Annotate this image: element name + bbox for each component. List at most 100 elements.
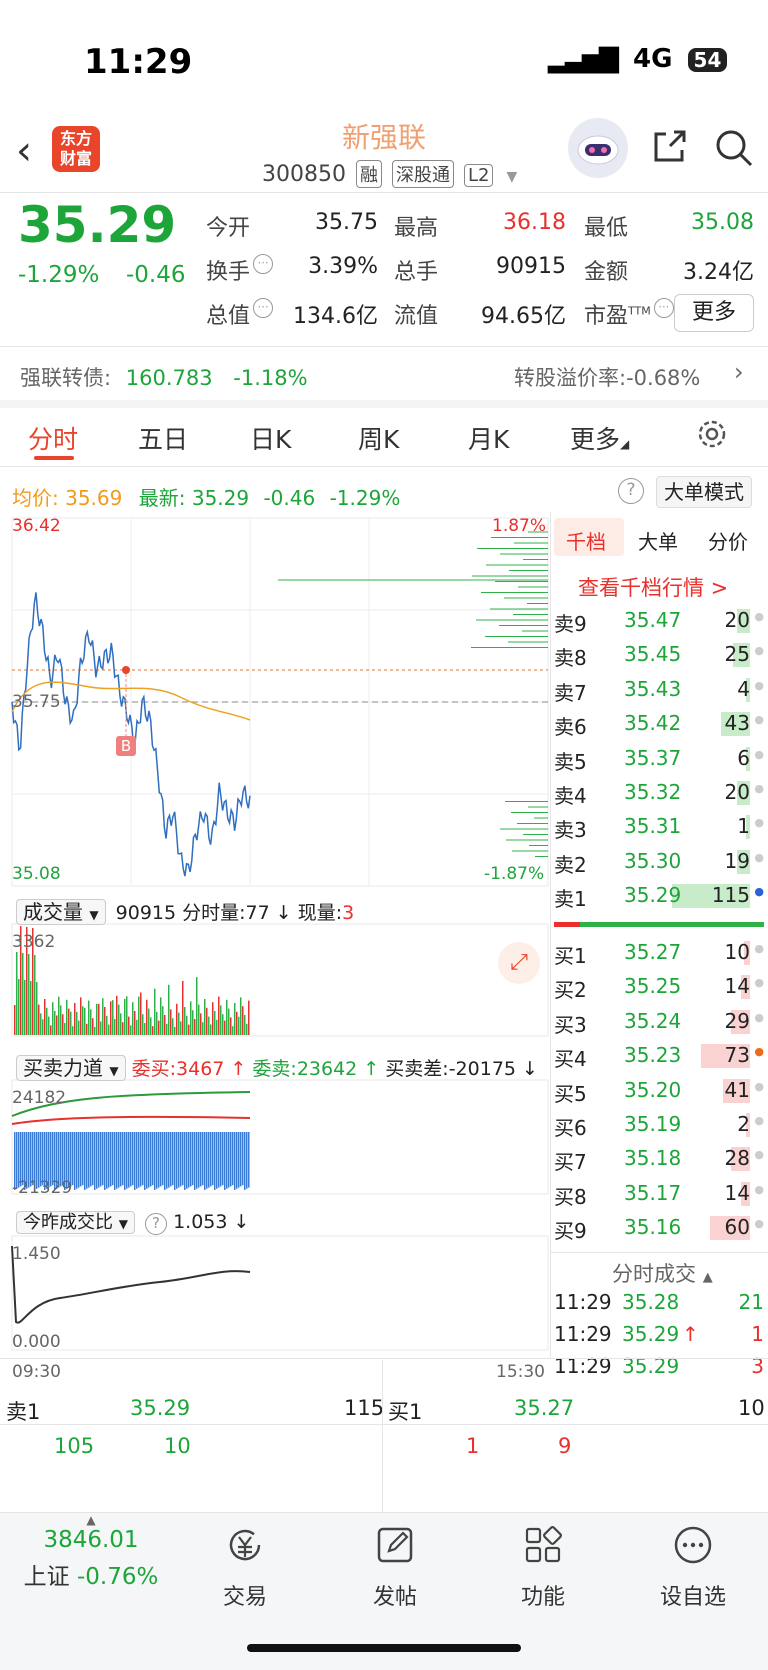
expand-icon[interactable]: ⤢ [498, 942, 540, 984]
volume-bar [178, 1012, 180, 1035]
help-icon[interactable]: ? [145, 1213, 168, 1235]
info-icon[interactable]: ⋯ [253, 254, 274, 274]
quote-divider [0, 346, 768, 347]
bid-level-row[interactable]: 买3 35.24 29 ● [554, 1005, 764, 1039]
nav-post[interactable]: 发帖 [340, 1525, 450, 1611]
volume-bar [22, 953, 24, 1035]
level-label: 买5 [554, 1081, 587, 1106]
tag-l2: L2 [463, 164, 494, 187]
force-bar [170, 1132, 172, 1187]
nav-functions[interactable]: 功能 [488, 1525, 598, 1611]
convertible-bond-row[interactable]: 强联转债: 160.783 -1.18% [20, 362, 308, 392]
tab-intraday[interactable]: 分时 [28, 420, 78, 456]
force-bar [172, 1132, 174, 1186]
stat-label[interactable]: 换手 ⋯ [206, 254, 274, 286]
force-bar [232, 1132, 234, 1186]
ask-level-row[interactable]: 卖4 35.32 20 ● [554, 776, 764, 810]
assistant-avatar[interactable] [568, 118, 628, 178]
latest-pct: -1.29% [329, 486, 401, 510]
force-bar [230, 1132, 232, 1187]
search-icon[interactable] [714, 128, 754, 168]
volume-bar [200, 1013, 202, 1035]
bid-level-row[interactable]: 买1 35.27 10 ● [554, 936, 764, 970]
more-button[interactable]: 更多 [674, 294, 754, 332]
force-selector[interactable]: 买卖力道 ▼ [16, 1055, 126, 1081]
force-bar [106, 1132, 108, 1189]
volume-bar [90, 1009, 92, 1035]
level-price: 35.37 [624, 745, 682, 770]
volume-bar [80, 997, 82, 1035]
volume-bar [166, 1023, 168, 1035]
tab-price-dist[interactable]: 分价 [708, 526, 748, 555]
tab-five-day[interactable]: 五日 [138, 420, 188, 456]
stock-code-row[interactable]: 300850 融 深股通 L2 ▼ [262, 160, 517, 188]
volume-selector[interactable]: 成交量 ▼ [16, 899, 106, 925]
bid-level-row[interactable]: 买4 35.23 73 ● [554, 1039, 764, 1073]
bid-level-row[interactable]: 买2 35.25 14 ● [554, 970, 764, 1004]
caret-up-icon: ▲ [86, 1513, 96, 1527]
nav-trade-label: 交易 [222, 1585, 267, 1610]
level-dot-icon: ● [754, 713, 764, 727]
tab-daily-k[interactable]: 日K [250, 420, 291, 456]
ticks-divider [550, 1252, 768, 1253]
force-bar [240, 1132, 242, 1187]
ask-level-row[interactable]: 卖7 35.43 4 ● [554, 673, 764, 707]
ask-level-row[interactable]: 卖6 35.42 43 ● [554, 707, 764, 741]
home-indicator[interactable] [247, 1644, 521, 1652]
caret-down-icon: ▼ [506, 169, 518, 185]
force-bar [102, 1132, 104, 1186]
nav-add-watchlist[interactable]: 设自选 [638, 1525, 748, 1611]
ask-level-row[interactable]: 卖3 35.31 1 ● [554, 810, 764, 844]
ask-level-row[interactable]: 卖9 35.47 20 ● [554, 604, 764, 638]
index-ticker[interactable]: ▲ 3846.01 上证 -0.76% [16, 1513, 166, 1591]
ask-level-row[interactable]: 卖5 35.37 6 ● [554, 742, 764, 776]
ask-level-row[interactable]: 卖1 35.29 115 ● [554, 879, 764, 913]
volume-bar [176, 1003, 178, 1035]
bid-level-row[interactable]: 买9 35.16 60 ● [554, 1211, 764, 1245]
level-label: 卖3 [554, 818, 587, 843]
level-volume: 4 [737, 676, 750, 701]
ask-level-row[interactable]: 卖2 35.30 19 ● [554, 845, 764, 879]
force-bar [158, 1132, 160, 1188]
info-icon[interactable]: ⋯ [653, 298, 674, 318]
tab-orderbook-full[interactable]: 千档 [566, 526, 606, 555]
bid-level-row[interactable]: 买6 35.19 2 ● [554, 1108, 764, 1142]
ticks-title[interactable]: 分时成交 ▲ [612, 1258, 713, 1288]
nav-functions-label: 功能 [520, 1585, 565, 1610]
current-vol: 3 [342, 902, 355, 924]
bid-level-row[interactable]: 买7 35.18 28 ● [554, 1142, 764, 1176]
buy-marker[interactable]: B [116, 736, 136, 756]
stat-label[interactable]: 总值 ⋯ [206, 298, 274, 330]
share-icon[interactable] [652, 128, 688, 164]
big-order-mode-button[interactable]: 大单模式 [656, 476, 752, 508]
tab-more[interactable]: 更多◢ [570, 420, 629, 456]
settings-gear-icon[interactable] [696, 418, 728, 450]
chevron-right-icon[interactable]: › [734, 358, 744, 386]
pct-axis-high: 1.87% [492, 516, 547, 536]
tab-weekly-k[interactable]: 周K [358, 420, 399, 456]
volume-bar [160, 997, 162, 1035]
volume-bar [30, 981, 32, 1035]
bid-level-row[interactable]: 买8 35.17 14 ● [554, 1177, 764, 1211]
info-icon[interactable]: ⋯ [253, 298, 274, 318]
tab-divider [0, 466, 768, 467]
volume-header: 成交量 ▼ 90915 分时量:77 ↓ 现量:3 [16, 896, 354, 925]
stat-label[interactable]: 市盈TTM ⋯ [584, 298, 674, 330]
ask-level-row[interactable]: 卖8 35.45 25 ● [554, 638, 764, 672]
level-price: 35.19 [624, 1112, 682, 1136]
conversion-premium[interactable]: 转股溢价率:-0.68% [514, 362, 700, 392]
nav-trade[interactable]: 交易 [190, 1525, 300, 1611]
force-bar [204, 1132, 206, 1190]
ratio-selector[interactable]: 今昨成交比 ▼ [16, 1211, 135, 1234]
view-full-depth-link[interactable]: 查看千档行情 > [578, 572, 728, 602]
tab-big-orders[interactable]: 大单 [638, 526, 678, 555]
force-bar [144, 1132, 146, 1190]
tab-monthly-k[interactable]: 月K [468, 420, 509, 456]
volume-bar [124, 999, 126, 1035]
avg-label: 均价: [12, 486, 59, 510]
bid-level-row[interactable]: 买5 35.20 41 ● [554, 1074, 764, 1108]
force-bar [114, 1132, 116, 1190]
time-start: 09:30 [12, 1362, 61, 1382]
help-icon[interactable]: ? [618, 478, 644, 504]
volume-bar [96, 1003, 98, 1035]
